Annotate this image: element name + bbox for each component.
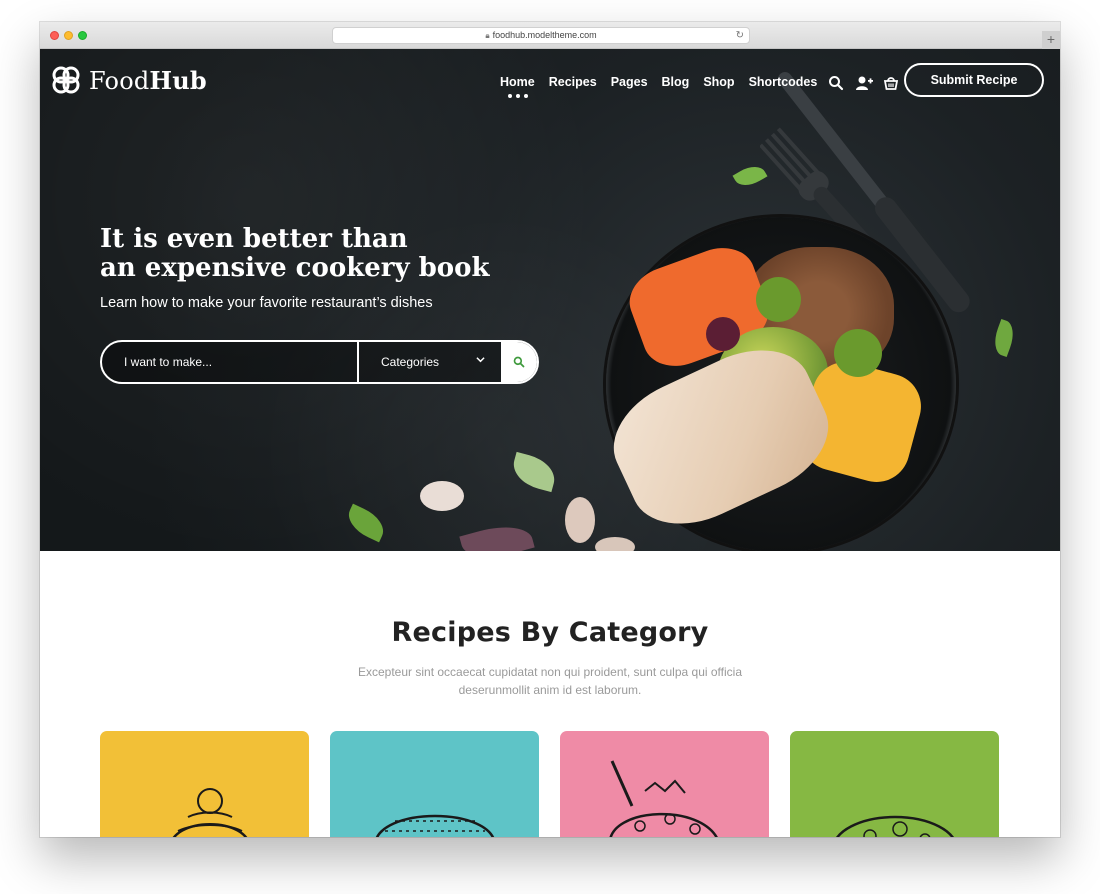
browser-window: 🔒︎ foodhub.modeltheme.com ↻ + FoodHub Ho… [40, 22, 1060, 837]
section-subtitle-line1: Excepteur sint occaecat cupidatat non qu… [357, 665, 743, 679]
ice-cream-icon [609, 760, 718, 837]
broccoli [834, 329, 882, 377]
hero-section: FoodHub Home Recipes Pages Blog Shop Sho… [40, 49, 1060, 551]
nav-pages[interactable]: Pages [611, 75, 648, 89]
pizza-icon [835, 815, 955, 837]
leaf-decoration [459, 518, 535, 551]
logo-text: FoodHub [89, 66, 207, 95]
search-icon [513, 356, 525, 368]
hero-headline-line1: It is even better than [100, 224, 408, 254]
search-submit-button[interactable] [501, 342, 537, 382]
food-plate-image [596, 217, 956, 551]
logo-icon [52, 66, 80, 94]
logo-text-light: Food [89, 66, 150, 95]
nav-shop[interactable]: Shop [703, 75, 734, 89]
section-subtitle: Excepteur sint occaecat cupidatat non qu… [340, 663, 760, 699]
garlic-decoration [595, 537, 635, 551]
hero-headline: It is even better than an expensive cook… [100, 225, 490, 283]
recipe-search-form: Categories [100, 340, 539, 384]
hero-headline-line2: an expensive cookery book [100, 253, 490, 283]
reload-icon[interactable]: ↻ [736, 28, 744, 43]
categories-dropdown-label: Categories [381, 355, 440, 369]
add-user-icon[interactable] [855, 75, 873, 91]
logo-text-bold: Hub [149, 65, 207, 95]
burger-icon [376, 814, 494, 837]
chevron-down-icon [476, 342, 485, 382]
section-title: Recipes By Category [391, 617, 709, 648]
categories-dropdown[interactable]: Categories [357, 342, 501, 382]
recipe-search-input[interactable] [102, 342, 357, 382]
browser-titlebar: 🔒︎ foodhub.modeltheme.com ↻ + [40, 22, 1060, 49]
site-logo[interactable]: FoodHub [50, 63, 207, 97]
minimize-window-button[interactable] [64, 31, 73, 40]
submit-recipe-button[interactable]: Submit Recipe [904, 63, 1044, 97]
leaf-decoration [342, 503, 390, 543]
address-bar-url: foodhub.modeltheme.com [492, 30, 597, 40]
nav-recipes[interactable]: Recipes [549, 75, 597, 89]
section-subtitle-line2: deserunmollit anim id est laborum. [458, 683, 642, 697]
broccoli [756, 277, 801, 322]
nav-shortcodes[interactable]: Shortcodes [749, 75, 818, 89]
address-bar[interactable]: 🔒︎ foodhub.modeltheme.com ↻ [332, 27, 750, 44]
dessert-icon [173, 788, 247, 837]
cabbage [706, 317, 740, 351]
cart-icon[interactable] [883, 75, 899, 91]
zoom-window-button[interactable] [78, 31, 87, 40]
search-icon[interactable] [828, 75, 844, 91]
nav-blog[interactable]: Blog [662, 75, 690, 89]
garlic-decoration [565, 497, 595, 543]
active-nav-indicator [508, 94, 528, 98]
lock-icon: 🔒︎ [485, 31, 490, 40]
category-card-pizza[interactable] [790, 731, 999, 837]
category-card-dessert[interactable] [100, 731, 309, 837]
close-window-button[interactable] [50, 31, 59, 40]
new-tab-button[interactable]: + [1042, 31, 1060, 49]
hero-subheadline: Learn how to make your favorite restaura… [100, 295, 433, 311]
leaf-decoration [508, 451, 560, 493]
garlic-decoration [420, 481, 464, 511]
main-nav: Home Recipes Pages Blog Shop Shortcodes [500, 75, 817, 89]
category-card-ice-cream[interactable] [560, 731, 769, 837]
nav-home[interactable]: Home [500, 75, 535, 89]
category-card-burger[interactable] [330, 731, 539, 837]
